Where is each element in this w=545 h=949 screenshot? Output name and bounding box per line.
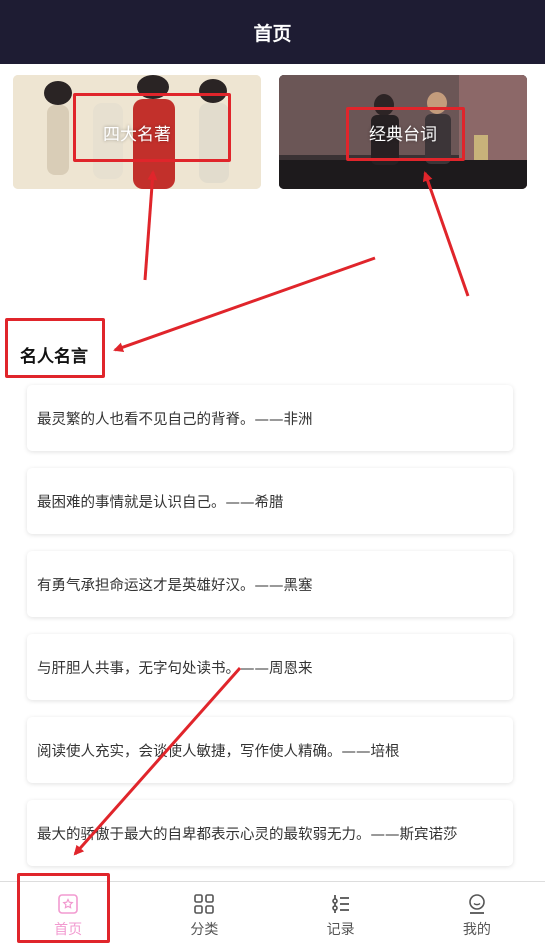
tab-mine[interactable]: 我的 — [409, 882, 545, 949]
quote-text: 有勇气承担命运这才是英雄好汉。——黑塞 — [37, 577, 313, 594]
quote-text: 与肝胆人共事，无字句处读书。——周恩来 — [37, 660, 313, 677]
section-title-quotes: 名人名言 — [20, 347, 88, 367]
quote-card[interactable]: 有勇气承担命运这才是英雄好汉。——黑塞 — [27, 551, 513, 617]
quote-text: 最灵繁的人也看不见自己的背脊。——非洲 — [37, 411, 313, 428]
quote-text: 阅读使人充实，会谈使人敏捷，写作使人精确。——培根 — [37, 743, 400, 760]
banner-four-classics[interactable]: 四大名著 — [13, 75, 261, 189]
home-star-icon — [58, 894, 78, 914]
quote-card[interactable]: 与肝胆人共事，无字句处读书。——周恩来 — [27, 634, 513, 700]
quote-card[interactable]: 最灵繁的人也看不见自己的背脊。——非洲 — [27, 385, 513, 451]
quote-text: 最困难的事情就是认识自己。——希腊 — [37, 494, 284, 511]
grid-icon — [194, 894, 215, 914]
bottom-tab-bar: 首页 分类 记录 我的 — [0, 881, 545, 949]
tab-record-label: 记录 — [326, 922, 355, 938]
list-record-icon — [331, 895, 349, 913]
page-header: 首页 — [0, 0, 545, 64]
annotation-arrow — [422, 171, 470, 297]
annotation-arrow — [113, 256, 376, 353]
user-icon — [469, 894, 485, 914]
tab-home-label: 首页 — [54, 922, 83, 938]
tab-category-label: 分类 — [190, 922, 219, 938]
banner-classic-lines-label: 经典台词 — [369, 124, 437, 145]
page-title: 首页 — [253, 22, 292, 45]
banner-classic-lines[interactable]: 经典台词 — [279, 75, 527, 189]
quote-card[interactable]: 阅读使人充实，会谈使人敏捷，写作使人精确。——培根 — [27, 717, 513, 783]
tab-home[interactable]: 首页 — [0, 882, 136, 949]
tab-mine-label: 我的 — [462, 922, 491, 938]
tab-category[interactable]: 分类 — [136, 882, 272, 949]
banner-four-classics-label: 四大名著 — [103, 124, 171, 145]
quote-card[interactable]: 最大的骄傲于最大的自卑都表示心灵的最软弱无力。——斯宾诺莎 — [27, 800, 513, 866]
tab-record[interactable]: 记录 — [273, 882, 409, 949]
quote-card[interactable]: 最困难的事情就是认识自己。——希腊 — [27, 468, 513, 534]
quote-text: 最大的骄傲于最大的自卑都表示心灵的最软弱无力。——斯宾诺莎 — [37, 826, 458, 843]
